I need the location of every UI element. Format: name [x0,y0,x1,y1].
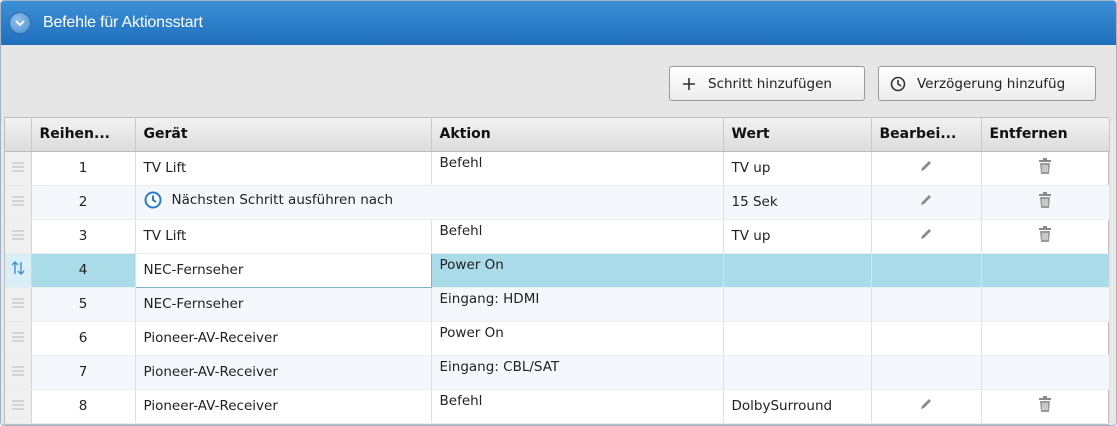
device-cell-editing[interactable]: NEC-Fernseher [134,252,432,288]
table-header-row: Reihen... Gerät Aktion Wert Bearbei... E… [5,118,1110,152]
remove-button[interactable] [981,185,1110,220]
clock-icon [144,191,161,209]
actions-panel: Befehle für Aktionsstart Schritt hinzufü… [0,0,1117,426]
delay-cell[interactable]: Nächsten Schritt ausführen nach [135,185,724,220]
edit-button[interactable] [871,151,982,186]
trash-icon [1039,396,1051,412]
action-cell[interactable]: Befehl [431,219,724,254]
panel-header: Befehle für Aktionsstart [1,1,1116,45]
value-cell[interactable]: 15 Sek [723,185,872,220]
row-number: 2 [31,185,136,220]
remove-cell [981,355,1110,390]
value-cell[interactable]: DolbySurround [723,389,872,424]
add-delay-label: Verzögerung hinzufüg [917,75,1066,92]
drag-handle-icon[interactable] [5,389,32,424]
chevron-down-icon [15,20,25,27]
add-step-label: Schritt hinzufügen [708,75,832,92]
value-cell[interactable]: TV up [723,151,872,186]
value-cell[interactable] [723,355,872,390]
edit-button[interactable] [871,185,982,220]
table-row[interactable]: 6 Pioneer-AV-Receiver Power On [5,321,1110,356]
edit-cell [871,253,982,288]
device-cell[interactable]: TV Lift [135,219,432,254]
pencil-icon [921,161,931,171]
table-row[interactable]: 3 TV Lift Befehl TV up [5,219,1110,254]
plus-icon [670,77,708,91]
device-cell[interactable]: NEC-Fernseher [135,287,432,322]
row-number: 1 [31,151,136,186]
value-cell[interactable] [723,321,872,356]
table-row[interactable]: 5 NEC-Fernseher Eingang: HDMI [5,287,1110,322]
device-cell[interactable]: Pioneer-AV-Receiver [135,355,432,390]
row-number: 3 [31,219,136,254]
remove-button[interactable] [981,219,1110,254]
trash-icon [1039,158,1051,174]
row-number: 6 [31,321,136,356]
drag-handle-icon[interactable] [5,355,32,390]
value-column-header[interactable]: Wert [723,118,872,152]
action-cell[interactable]: Power On [431,253,724,288]
row-number: 7 [31,355,136,390]
edit-button[interactable] [871,389,982,424]
move-updown-icon[interactable] [5,253,32,288]
drag-column-header [5,118,32,152]
add-delay-button[interactable]: Verzögerung hinzufüg [878,66,1096,101]
drag-handle-icon[interactable] [5,219,32,254]
table-row-selected[interactable]: 4 NEC-Fernseher Power On [5,252,1110,288]
action-cell[interactable]: Power On [431,321,724,356]
table-row[interactable]: 2 Nächsten Schritt ausführen nach 15 Sek [5,185,1110,220]
remove-cell [981,253,1110,288]
toolbar: Schritt hinzufügen Verzögerung hinzufüg [1,45,1116,117]
drag-handle-icon[interactable] [5,151,32,186]
row-number: 5 [31,287,136,322]
device-cell[interactable]: Pioneer-AV-Receiver [135,321,432,356]
value-cell[interactable] [723,287,872,322]
action-cell[interactable]: Eingang: CBL/SAT [431,355,724,390]
action-cell[interactable]: Befehl [431,151,724,186]
action-cell[interactable]: Befehl [431,389,724,424]
order-column-header[interactable]: Reihen... [31,118,136,152]
table-row[interactable]: 1 TV Lift Befehl TV up [5,151,1110,186]
pencil-icon [921,195,931,205]
device-cell[interactable]: TV Lift [135,151,432,186]
value-cell[interactable]: TV up [723,219,872,254]
device-cell[interactable]: Pioneer-AV-Receiver [135,389,432,424]
panel-title: Befehle für Aktionsstart [43,14,203,31]
pencil-icon [921,399,931,409]
delay-text: Nächsten Schritt ausführen nach [171,192,394,208]
value-cell[interactable] [723,253,872,288]
device-column-header[interactable]: Gerät [135,118,432,152]
row-number: 8 [31,389,136,424]
edit-cell [871,321,982,356]
trash-icon [1039,226,1051,242]
table-row[interactable]: 7 Pioneer-AV-Receiver Eingang: CBL/SAT [5,355,1110,390]
edit-column-header[interactable]: Bearbei... [871,118,982,152]
drag-handle-icon[interactable] [5,287,32,322]
clock-icon [879,76,917,92]
action-column-header[interactable]: Aktion [431,118,724,152]
pencil-icon [921,229,931,239]
steps-table: Reihen... Gerät Aktion Wert Bearbei... E… [4,117,1110,425]
remove-column-header[interactable]: Entfernen [981,118,1110,152]
row-number: 4 [31,253,136,288]
remove-cell [981,287,1110,322]
add-step-button[interactable]: Schritt hinzufügen [669,66,865,101]
edit-cell [871,287,982,322]
drag-handle-icon[interactable] [5,185,32,220]
trash-icon [1039,192,1051,208]
edit-button[interactable] [871,219,982,254]
remove-cell [981,321,1110,356]
remove-button[interactable] [981,389,1110,424]
table-row[interactable]: 8 Pioneer-AV-Receiver Befehl DolbySurrou… [5,389,1110,424]
drag-handle-icon[interactable] [5,321,32,356]
collapse-button[interactable] [9,12,31,34]
edit-cell [871,355,982,390]
action-cell[interactable]: Eingang: HDMI [431,287,724,322]
remove-button[interactable] [981,151,1110,186]
